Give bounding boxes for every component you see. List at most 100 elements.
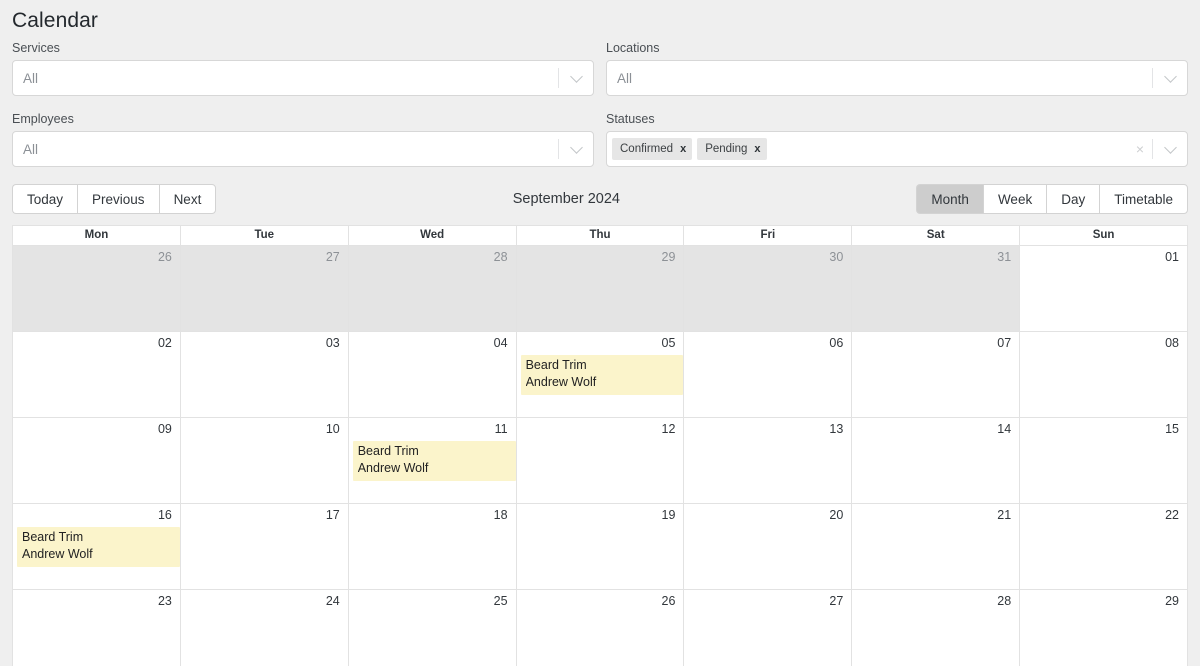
day-cell[interactable]: 27 [684,590,853,666]
services-label: Services [12,41,60,55]
services-chevron-down-icon[interactable] [559,69,593,83]
day-number: 10 [325,422,340,436]
week-row: 09 10 11 Beard Trim Andrew Wolf 12 13 14 15 [13,418,1189,504]
status-tag-remove-icon[interactable]: x [680,143,686,155]
week-row: 26 27 28 29 30 31 01 [13,246,1189,332]
calendar-toolbar: Today Previous Next September 2024 Month… [12,184,1188,214]
status-tag-label: Confirmed [620,143,674,155]
view-timetable-button[interactable]: Timetable [1099,184,1188,214]
day-cell[interactable]: 09 [13,418,181,504]
calendar-page: Calendar Services All Locations All Empl… [0,0,1200,666]
statuses-chevron-down-icon[interactable] [1153,140,1187,154]
day-number: 17 [325,508,340,522]
event-person: Andrew Wolf [357,461,429,475]
day-cell[interactable]: 12 [516,418,685,504]
day-number: 14 [997,422,1012,436]
status-tag[interactable]: Confirmed x [612,138,693,160]
day-cell[interactable]: 21 [852,504,1021,590]
day-cell[interactable]: 26 [13,246,181,332]
employees-value[interactable]: All [13,142,558,157]
day-number: 27 [829,594,844,608]
services-select[interactable]: All [12,60,594,96]
next-button[interactable]: Next [158,184,217,214]
weekday-header-wed: Wed [348,226,517,246]
statuses-tag-list: Confirmed x Pending x [607,138,1128,160]
day-cell[interactable]: 06 [684,332,853,418]
view-month-button[interactable]: Month [916,184,983,214]
day-cell[interactable]: 18 [348,504,517,590]
day-cell[interactable]: 22 [1020,504,1189,590]
locations-label: Locations [606,41,660,55]
status-tag[interactable]: Pending x [697,138,767,160]
services-value[interactable]: All [13,71,558,86]
previous-button[interactable]: Previous [77,184,159,214]
day-number: 09 [157,422,172,436]
employees-chevron-down-icon[interactable] [559,140,593,154]
day-number: 23 [157,594,172,608]
day-cell[interactable]: 03 [180,332,349,418]
day-cell[interactable]: 29 [1020,590,1189,666]
view-day-button[interactable]: Day [1046,184,1100,214]
calendar-event[interactable]: Beard Trim Andrew Wolf [17,527,180,567]
view-week-button[interactable]: Week [982,184,1047,214]
day-cell[interactable]: 26 [516,590,685,666]
weekday-header-mon: Mon [13,226,181,246]
services-indicators [558,61,593,95]
day-cell[interactable]: 28 [348,246,517,332]
day-cell[interactable]: 17 [180,504,349,590]
day-cell[interactable]: 24 [180,590,349,666]
day-cell[interactable]: 23 [13,590,181,666]
day-cell[interactable]: 10 [180,418,349,504]
period-title: September 2024 [512,191,620,207]
day-cell[interactable]: 30 [684,246,853,332]
day-cell[interactable]: 13 [684,418,853,504]
status-tag-remove-icon[interactable]: x [754,143,760,155]
day-cell[interactable]: 01 [1020,246,1189,332]
day-cell[interactable]: 15 [1020,418,1189,504]
day-cell[interactable]: 02 [13,332,181,418]
day-cell[interactable]: 08 [1020,332,1189,418]
locations-select[interactable]: All [606,60,1188,96]
statuses-clear-all-icon[interactable]: × [1128,142,1152,156]
today-button[interactable]: Today [12,184,78,214]
locations-chevron-down-icon[interactable] [1153,69,1187,83]
filter-services: Services All [12,40,594,96]
day-cell[interactable]: 31 [852,246,1021,332]
day-number: 29 [1165,594,1180,608]
day-cell[interactable]: 20 [684,504,853,590]
day-number: 11 [494,422,508,436]
day-cell[interactable]: 04 [348,332,517,418]
employees-select[interactable]: All [12,131,594,167]
day-number: 13 [829,422,844,436]
event-title: Beard Trim [525,358,587,372]
day-cell[interactable]: 28 [852,590,1021,666]
day-cell[interactable]: 27 [180,246,349,332]
statuses-select[interactable]: Confirmed x Pending x × [606,131,1188,167]
day-cell[interactable]: 14 [852,418,1021,504]
day-cell[interactable]: 25 [348,590,517,666]
day-cell[interactable]: 16 Beard Trim Andrew Wolf [13,504,181,590]
week-row: 02 03 04 05 Beard Trim Andrew Wolf 06 07 08 [13,332,1189,418]
weekday-header-fri: Fri [684,226,853,246]
day-number: 12 [661,422,676,436]
day-number: 30 [829,250,844,264]
day-cell[interactable]: 05 Beard Trim Andrew Wolf [516,332,685,418]
day-cell[interactable]: 29 [516,246,685,332]
day-number: 22 [1165,508,1180,522]
day-number: 18 [493,508,508,522]
locations-value[interactable]: All [607,71,1152,86]
day-number: 19 [661,508,676,522]
day-cell[interactable]: 11 Beard Trim Andrew Wolf [348,418,517,504]
day-cell[interactable]: 07 [852,332,1021,418]
calendar-event[interactable]: Beard Trim Andrew Wolf [520,355,684,395]
day-number: 28 [493,250,508,264]
calendar-event[interactable]: Beard Trim Andrew Wolf [352,441,516,481]
day-number: 01 [1165,250,1180,264]
weekday-header-sun: Sun [1020,226,1189,246]
event-person: Andrew Wolf [22,547,93,561]
weekday-header-tue: Tue [180,226,349,246]
day-cell[interactable]: 19 [516,504,685,590]
day-number: 15 [1165,422,1180,436]
filter-locations: Locations All [606,40,1188,96]
filter-row-1: Services All Locations All [0,40,1200,96]
